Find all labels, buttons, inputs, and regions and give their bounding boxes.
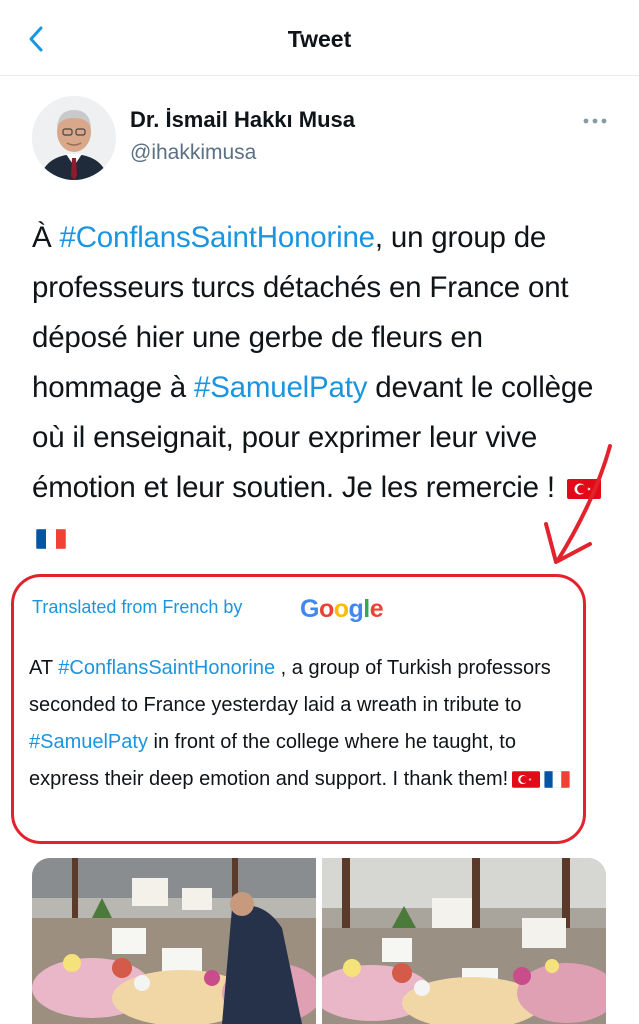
google-logo: Google (300, 595, 384, 623)
top-bar: Tweet (0, 0, 639, 76)
translated-text: AT #ConflansSaintHonorine , a group of T… (29, 650, 589, 798)
turkish-flag-icon (512, 771, 541, 788)
svg-text:Google: Google (300, 595, 384, 623)
tweet-text: À #ConflansSaintHonorine, un group de pr… (32, 213, 612, 563)
translation-label[interactable]: Translated from French by (32, 597, 242, 618)
page-title: Tweet (287, 26, 352, 52)
tweet-photo-2[interactable] (322, 858, 606, 1024)
more-options-icon[interactable] (582, 114, 608, 128)
tweet-photo-1[interactable] (32, 858, 316, 1024)
author-handle[interactable]: @ihakkimusa (130, 141, 256, 165)
hashtag-link[interactable]: #SamuelPaty (29, 731, 148, 753)
hashtag-link[interactable]: #ConflansSaintHonorine (58, 657, 275, 679)
translated-text-part: AT (29, 657, 59, 679)
author-display-name[interactable]: Dr. İsmail Hakkı Musa (130, 107, 355, 133)
french-flag-icon (544, 771, 571, 789)
hashtag-link[interactable]: #SamuelPaty (194, 371, 367, 404)
french-flag-icon (36, 529, 66, 550)
tweet-text-part: À (32, 221, 60, 254)
avatar[interactable] (32, 96, 116, 180)
annotation-arrow (544, 444, 612, 564)
hashtag-link[interactable]: #ConflansSaintHonorine (59, 221, 375, 254)
